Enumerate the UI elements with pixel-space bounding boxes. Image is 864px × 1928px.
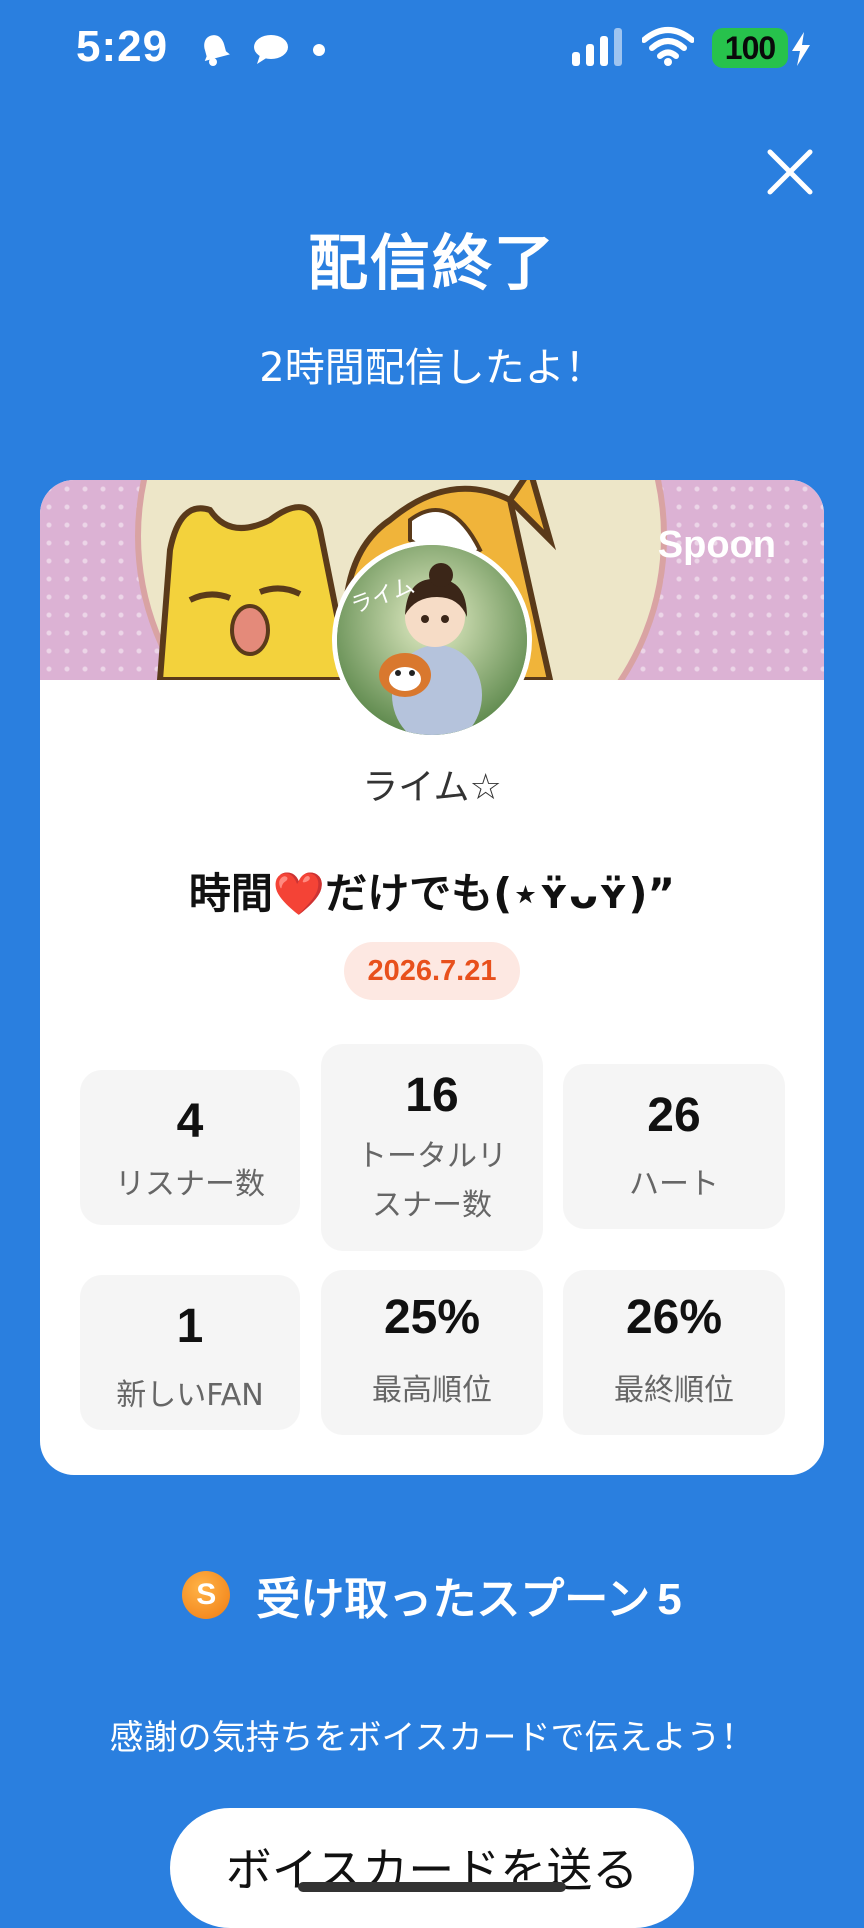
stat-label: ハート	[629, 1167, 719, 1202]
status-time: 5:29	[76, 22, 169, 71]
stat-label: 最高順位	[372, 1373, 492, 1408]
stat-label-line2: スナー数	[372, 1188, 492, 1223]
status-bar: 5:29 100	[0, 0, 864, 100]
stat-listeners: 4 リスナー数	[80, 1070, 300, 1225]
stat-hearts: 26 ハート	[563, 1064, 785, 1229]
stat-label: 新しいFAN	[116, 1378, 264, 1413]
avatar[interactable]: ライム	[332, 540, 532, 740]
bell-icon	[200, 32, 230, 70]
stat-label-line1: トータルリ	[357, 1139, 507, 1174]
stat-value: 1	[176, 1300, 204, 1353]
battery-level: 100	[724, 29, 776, 66]
spoon-coin-icon: S	[182, 1571, 231, 1619]
system-icons: 100	[570, 26, 810, 70]
stat-final-rank: 26% 最終順位	[563, 1270, 785, 1435]
home-indicator[interactable]	[298, 1882, 566, 1892]
chat-bubble-icon	[252, 33, 290, 69]
stat-value: 16	[405, 1069, 459, 1122]
battery-icon: 100	[712, 28, 810, 68]
stat-value: 26	[647, 1089, 701, 1142]
charging-bolt-icon	[792, 32, 810, 66]
stat-value: 25%	[383, 1291, 481, 1344]
broadcast-title: 時間❤️だけでも(⋆ʏ̈ᴗʏ̈)”	[188, 869, 676, 918]
stat-label: 最終順位	[614, 1373, 734, 1408]
page-subtitle: 2時間配信したよ！	[259, 345, 605, 391]
stat-total-listeners: 16 トータルリ スナー数	[321, 1044, 543, 1251]
stat-highest-rank: 25% 最高順位	[321, 1270, 543, 1435]
close-button[interactable]	[764, 146, 816, 198]
dot-icon	[312, 42, 326, 61]
stat-new-fans: 1 新しいFAN	[80, 1275, 300, 1430]
notification-icons	[200, 32, 326, 70]
page-title: 配信終了	[308, 229, 556, 299]
brand-logo: Spoon	[657, 524, 776, 566]
close-icon	[767, 149, 813, 195]
wifi-icon	[641, 26, 695, 70]
stat-label: リスナー数	[115, 1167, 265, 1202]
thanks-message: 感謝の気持ちをボイスカードで伝えよう！	[109, 1718, 755, 1758]
spoons-received: S 受け取ったスプーン 5	[0, 1563, 864, 1627]
username: ライム☆	[362, 767, 502, 808]
signal-bars-icon	[570, 26, 624, 70]
date-badge: 2026.7.21	[344, 942, 520, 1000]
spoons-count: 5	[657, 1575, 682, 1624]
send-voice-card-button[interactable]: ボイスカードを送る	[170, 1808, 694, 1928]
stat-value: 26%	[625, 1291, 723, 1344]
broadcast-summary-card: Spoon ライム ライム☆ 時間❤️だけでも(⋆ʏ̈ᴗʏ̈)” 2026.7.…	[40, 480, 824, 1475]
stat-value: 4	[176, 1095, 204, 1148]
spoons-label: 受け取ったスプーン	[256, 1574, 651, 1625]
